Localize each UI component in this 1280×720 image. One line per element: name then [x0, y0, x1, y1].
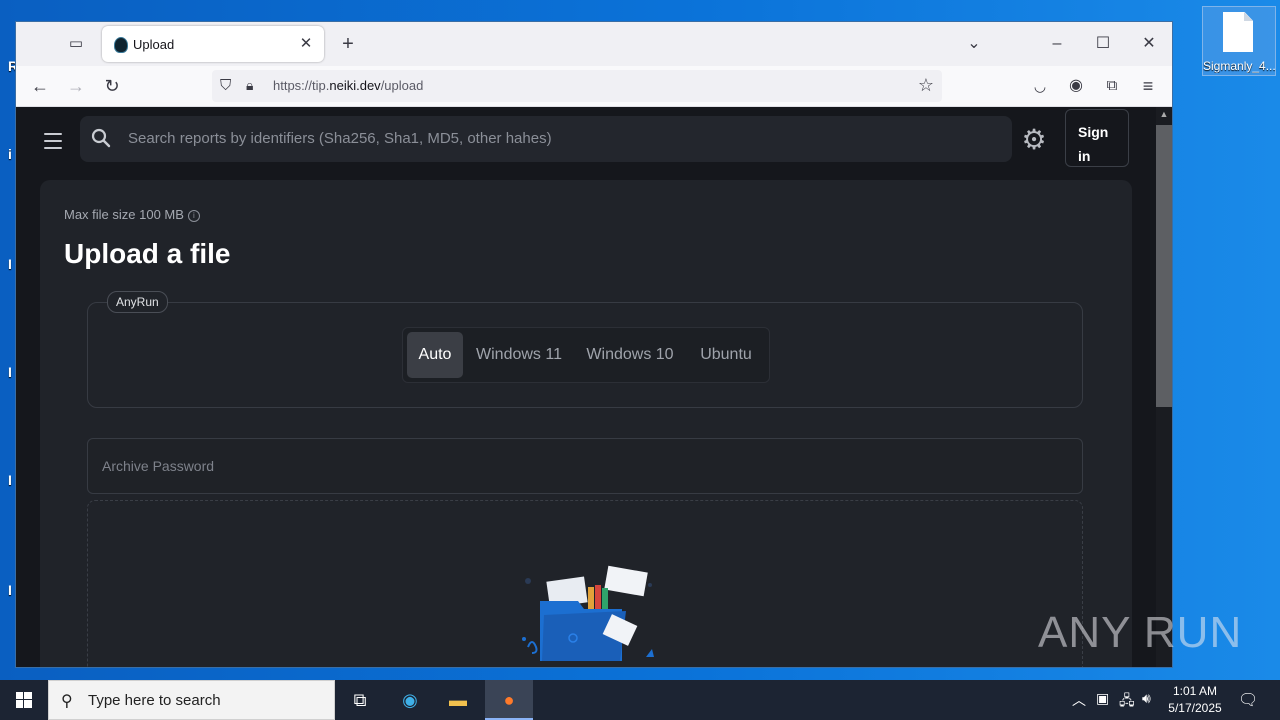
taskbar-search-placeholder: Type here to search	[88, 692, 221, 709]
web-page: Search reports by identifiers (Sha256, S…	[16, 107, 1156, 667]
os-option-windows-11[interactable]: Windows 11	[469, 332, 569, 378]
firefox-view-icon[interactable]: ▭	[66, 34, 86, 54]
folder-illustration-icon	[522, 565, 654, 661]
tab-list-chevron-icon[interactable]: ⌄	[962, 32, 986, 56]
desktop-file-icon[interactable]: Sigmanly_4...	[1202, 6, 1276, 76]
hamburger-menu-icon[interactable]	[44, 133, 62, 154]
max-file-size-note: Max file size 100 MB i	[64, 207, 200, 222]
url-prefix: https://tip.	[273, 78, 330, 93]
network-icon[interactable]: 🖧︎	[1119, 690, 1135, 714]
tray-chevron-icon[interactable]: ︿	[1072, 690, 1086, 710]
minimize-icon[interactable]: –	[1045, 32, 1069, 56]
site-favicon-icon	[114, 37, 128, 53]
upload-card: Max file size 100 MB i Upload a file Auto…	[40, 180, 1132, 667]
gear-icon[interactable]: ⚙	[1019, 125, 1049, 155]
os-option-ubuntu[interactable]: Ubuntu	[691, 332, 761, 378]
url-bar[interactable]: ⛉ 🔒︎ https://tip.neiki.dev/upload ☆	[212, 70, 942, 102]
forward-icon[interactable]: →	[64, 74, 88, 98]
pocket-icon[interactable]: ◡	[1028, 74, 1052, 98]
close-tab-icon[interactable]: ✕	[296, 34, 316, 54]
browser-window: ▭ Upload ✕ + ⌄ – ☐ ✕ ← → ↻ ⛉ 🔒︎ https://…	[16, 22, 1172, 667]
report-search-bar[interactable]: Search reports by identifiers (Sha256, S…	[80, 116, 1012, 162]
os-selection-box: Auto Windows 11 Windows 10 Ubuntu	[87, 302, 1083, 408]
os-option-windows-10[interactable]: Windows 10	[575, 332, 685, 378]
new-tab-icon[interactable]: +	[336, 32, 360, 56]
scroll-thumb[interactable]	[1156, 125, 1172, 407]
search-icon	[91, 128, 111, 148]
taskbar: ⚲ Type here to search ⧉ ◉ ▬ ● ︿ ▣ 🖧︎ 🔊︎ …	[0, 680, 1280, 720]
clock-date: 5/17/2025	[1168, 701, 1222, 715]
desktop-file-label: Sigmanly_4...	[1203, 59, 1275, 73]
anyrun-watermark: ANY RUN	[1038, 608, 1243, 657]
sign-in-label-2: in	[1078, 148, 1091, 164]
taskbar-search-box[interactable]: ⚲ Type here to search	[48, 680, 335, 720]
close-window-icon[interactable]: ✕	[1137, 32, 1161, 56]
extensions-icon[interactable]: ⧉	[1100, 74, 1124, 98]
scroll-up-icon[interactable]: ▲	[1156, 109, 1172, 119]
task-view-icon[interactable]: ⧉	[336, 680, 384, 720]
page-scrollbar[interactable]: ▲	[1156, 107, 1172, 667]
tab-title: Upload	[133, 37, 175, 52]
search-icon: ⚲	[61, 693, 73, 710]
sign-in-label-1: Sign	[1078, 124, 1109, 140]
start-button[interactable]	[0, 680, 48, 720]
archive-password-input[interactable]	[88, 439, 1082, 493]
bookmark-star-icon[interactable]: ☆	[918, 75, 934, 96]
tab-bar: ▭ Upload ✕ + ⌄ – ☐ ✕	[16, 22, 1172, 66]
maximize-icon[interactable]: ☐	[1091, 32, 1115, 56]
notifications-icon[interactable]: 🗨︎	[1238, 690, 1258, 710]
menu-icon[interactable]: ≡	[1136, 74, 1160, 98]
file-explorer-icon[interactable]: ▬	[434, 680, 482, 720]
url-domain: neiki.dev	[329, 78, 381, 93]
page-title: Upload a file	[64, 238, 231, 269]
back-icon[interactable]: ←	[28, 74, 52, 98]
shield-icon[interactable]: ⛉	[220, 77, 231, 94]
clock-time: 1:01 AM	[1172, 684, 1218, 698]
url-path: /upload	[380, 78, 424, 93]
sign-in-button[interactable]: Sign in	[1065, 109, 1129, 167]
url-text[interactable]: https://tip.neiki.dev/upload	[273, 78, 423, 93]
volume-icon[interactable]: 🔊︎	[1142, 690, 1151, 707]
reload-icon[interactable]: ↻	[100, 74, 124, 98]
lock-icon[interactable]: 🔒︎	[246, 77, 253, 94]
windows-logo-icon	[16, 692, 32, 708]
os-segmented-control: Auto Windows 11 Windows 10 Ubuntu	[402, 327, 770, 383]
search-placeholder: Search reports by identifiers (Sha256, S…	[128, 130, 552, 147]
account-icon[interactable]: ◉	[1064, 74, 1088, 98]
edge-icon[interactable]: ◉	[386, 680, 434, 720]
nav-bar: ← → ↻ ⛉ 🔒︎ https://tip.neiki.dev/upload …	[16, 66, 1172, 107]
file-dropzone[interactable]	[87, 500, 1083, 667]
tab-upload[interactable]: Upload ✕	[102, 26, 324, 62]
firefox-icon[interactable]: ●	[485, 680, 533, 720]
provider-tag: AnyRun	[107, 291, 168, 313]
os-option-auto[interactable]: Auto	[407, 332, 463, 378]
archive-password-field[interactable]	[87, 438, 1083, 494]
info-icon[interactable]: i	[187, 210, 200, 222]
max-file-size-text: Max file size 100 MB	[64, 207, 184, 222]
device-icon[interactable]: ▣	[1096, 690, 1109, 707]
taskbar-clock[interactable]: 1:01 AM 5/17/2025	[1160, 683, 1230, 717]
